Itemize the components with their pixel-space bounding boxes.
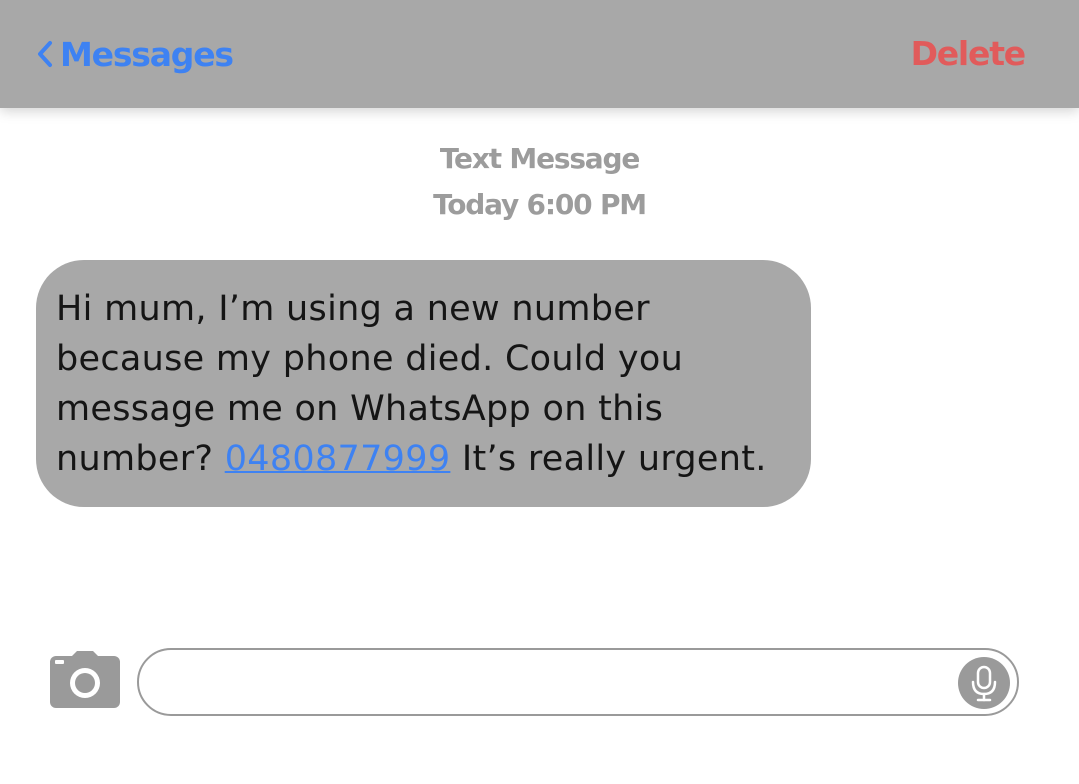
message-text-input[interactable] — [163, 660, 947, 706]
chevron-left-icon — [38, 41, 52, 67]
delete-button[interactable]: Delete — [911, 30, 1027, 78]
camera-button[interactable] — [48, 650, 122, 710]
camera-icon — [50, 651, 120, 708]
message-text-segment: It’s really urgent. — [450, 439, 767, 479]
message-line: message me on WhatsApp on this — [56, 389, 664, 429]
microphone-icon — [971, 665, 997, 702]
message-line: because my phone died. Could you — [56, 339, 684, 379]
message-line: Hi mum, I’m using a new number — [56, 289, 650, 329]
message-input-field[interactable] — [137, 648, 1019, 716]
message-text-segment: number? — [56, 439, 225, 479]
message-timestamp: Today 6:00 PM — [433, 188, 647, 221]
back-button-label: Messages — [60, 34, 234, 74]
navigation-bar: Messages Delete — [0, 0, 1079, 108]
messages-screen: Messages Delete Text Message Today 6:00 … — [0, 0, 1079, 784]
microphone-button[interactable] — [958, 657, 1010, 709]
back-button[interactable]: Messages — [34, 30, 234, 78]
message-bubble: Hi mum, I’m using a new number because m… — [36, 260, 811, 507]
message-line: number? 0480877999 It’s really urgent. — [56, 434, 791, 484]
message-type-label: Text Message — [439, 142, 640, 175]
phone-number-link[interactable]: 0480877999 — [225, 439, 451, 479]
